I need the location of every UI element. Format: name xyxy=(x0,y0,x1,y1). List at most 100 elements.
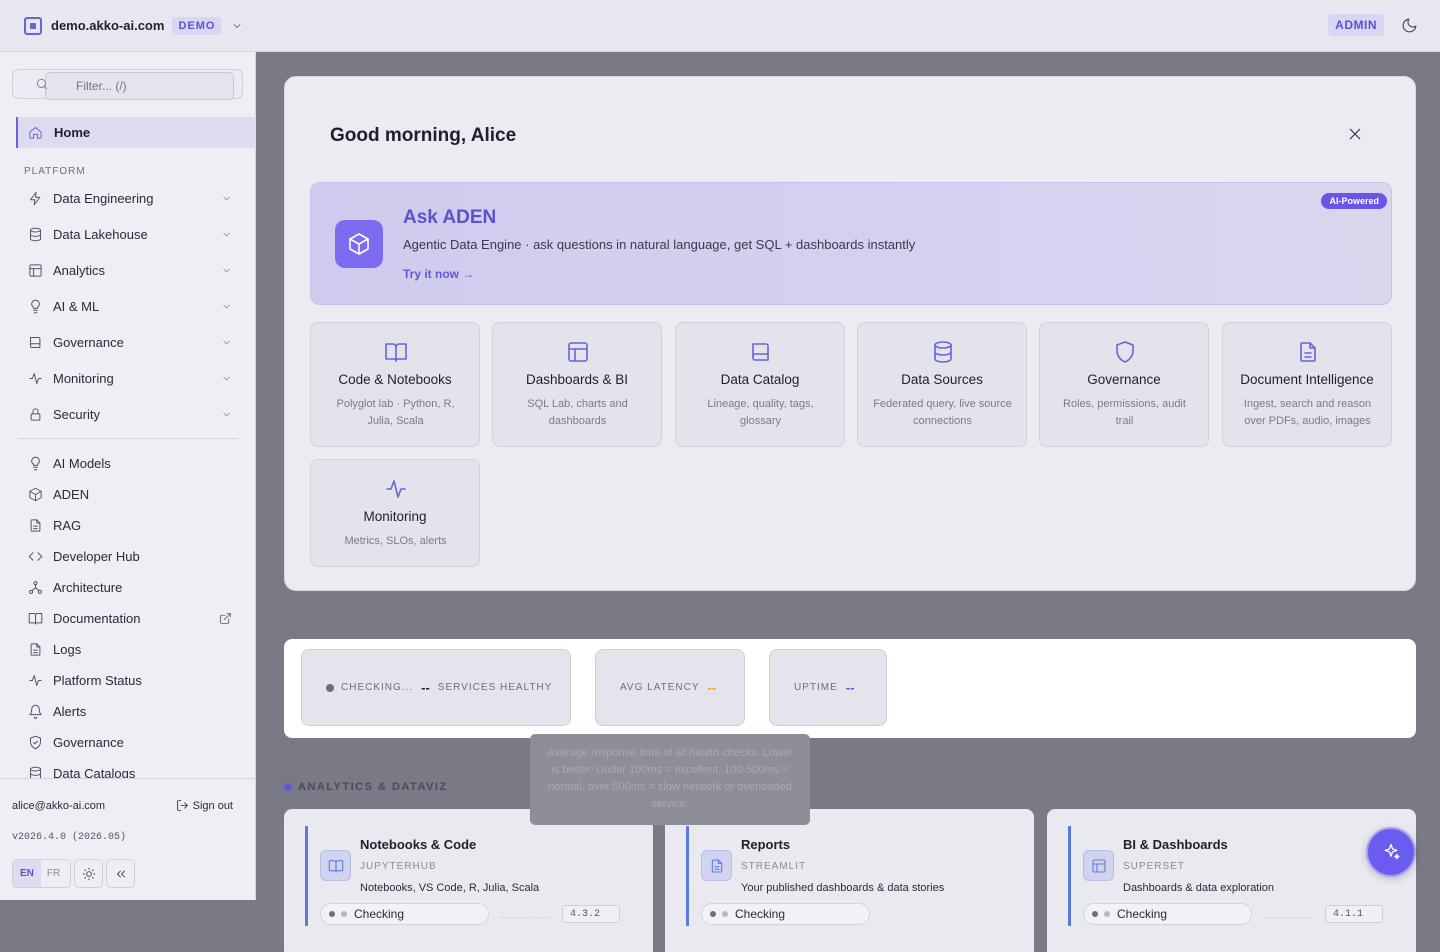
theme-toggle-button[interactable] xyxy=(74,859,103,888)
tile-desc: Metrics, SLOs, alerts xyxy=(344,535,447,547)
service-status: Checking xyxy=(1117,907,1168,921)
tile-desc: Federated query, live source connections xyxy=(873,398,1012,427)
latency-label: AVG LATENCY xyxy=(620,682,700,693)
section-heading-analytics: ANALYTICS & DATAVIZ xyxy=(284,781,448,793)
service-status: Checking xyxy=(735,907,786,921)
sidebar-group-data-lakehouse[interactable]: Data Lakehouse xyxy=(28,222,246,246)
sidebar-item-platform-status[interactable]: Platform Status xyxy=(28,668,246,692)
tile-code-notebooks[interactable]: Code & Notebooks Polyglot lab · Python, … xyxy=(310,322,480,447)
home-icon xyxy=(29,127,42,139)
sidebar-item-label: AI & ML xyxy=(53,298,100,314)
sidebar-item-logs[interactable]: Logs xyxy=(28,637,246,661)
version-label: v2026.4.0 (2026.05) xyxy=(12,832,127,843)
activity-icon xyxy=(29,372,42,384)
tile-data-sources[interactable]: Data Sources Federated query, live sourc… xyxy=(857,322,1027,447)
service-card-bi-dashboards[interactable]: BI & Dashboards SUPERSET Dashboards & da… xyxy=(1047,809,1416,952)
zap-icon xyxy=(30,191,41,205)
moon-icon[interactable] xyxy=(1401,17,1418,34)
sign-out-button[interactable]: Sign out xyxy=(176,799,233,812)
sidebar-item-label: AI Models xyxy=(53,455,111,471)
greeting-title: Good morning, Alice xyxy=(330,125,517,146)
avg-latency-card[interactable]: AVG LATENCY -- xyxy=(595,649,745,726)
file-text-icon xyxy=(701,850,732,881)
cube-icon xyxy=(29,487,42,501)
tile-monitoring[interactable]: Monitoring Metrics, SLOs, alerts xyxy=(310,459,480,567)
language-toggle: EN FR xyxy=(12,859,71,888)
host-name: demo.akko-ai.com xyxy=(51,18,165,33)
sidebar-item-label: Alerts xyxy=(53,703,87,719)
sidebar-item-architecture[interactable]: Architecture xyxy=(28,575,246,599)
layout-icon xyxy=(568,342,588,362)
try-it-now-link[interactable]: Try it now → xyxy=(403,267,474,281)
services-health-card[interactable]: CHECKING... -- SERVICES HEALTHY xyxy=(301,649,571,726)
tile-title: Code & Notebooks xyxy=(338,372,452,387)
tile-data-catalog[interactable]: Data Catalog Lineage, quality, tags, glo… xyxy=(675,322,845,447)
section-heading-label: ANALYTICS & DATAVIZ xyxy=(298,781,448,793)
latency-tooltip: Average response time of all health chec… xyxy=(530,734,810,825)
lang-en-button[interactable]: EN xyxy=(13,860,41,887)
book-open-icon xyxy=(385,343,407,362)
sidebar-item-home[interactable]: Home xyxy=(16,117,256,148)
service-tech: JUPYTERHUB xyxy=(360,861,437,872)
status-strip: CHECKING... -- SERVICES HEALTHY AVG LATE… xyxy=(284,639,1416,738)
divider-line xyxy=(500,917,550,918)
tile-title: Document Intelligence xyxy=(1240,372,1374,387)
sidebar: Home PLATFORM Data Engineering Data Lake… xyxy=(0,52,256,900)
tile-governance[interactable]: Governance Roles, permissions, audit tra… xyxy=(1039,322,1209,447)
chevron-down-icon[interactable] xyxy=(231,20,243,32)
sidebar-group-ai-ml[interactable]: AI & ML xyxy=(28,294,246,318)
chevron-down-icon xyxy=(223,376,230,380)
tile-document-intelligence[interactable]: Document Intelligence Ingest, search and… xyxy=(1222,322,1392,447)
user-email: alice@akko-ai.com xyxy=(12,800,106,812)
ai-assistant-button[interactable] xyxy=(1366,827,1416,877)
service-version: 4.3.2 xyxy=(562,905,620,923)
network-icon xyxy=(29,580,42,594)
sidebar-item-ai-models[interactable]: AI Models xyxy=(28,451,246,475)
sidebar-item-documentation[interactable]: Documentation xyxy=(28,606,246,630)
database-icon xyxy=(30,227,41,241)
service-card-reports[interactable]: Reports STREAMLIT Your published dashboa… xyxy=(665,809,1034,952)
app-logo[interactable] xyxy=(24,16,42,35)
tile-desc: Lineage, quality, tags, glossary xyxy=(707,398,814,427)
ai-powered-badge: AI-Powered xyxy=(1321,193,1387,209)
sidebar-group-governance[interactable]: Governance xyxy=(28,330,246,354)
sidebar-item-label: Platform Status xyxy=(53,672,142,688)
sidebar-item-label: RAG xyxy=(53,517,82,533)
sidebar-group-data-engineering[interactable]: Data Engineering xyxy=(28,186,246,210)
sidebar-item-label: Governance xyxy=(53,334,124,350)
tile-dashboards-bi[interactable]: Dashboards & BI SQL Lab, charts and dash… xyxy=(492,322,662,447)
chevron-down-icon xyxy=(223,196,230,200)
service-card-notebooks[interactable]: Notebooks & Code JUPYTERHUB Notebooks, V… xyxy=(284,809,653,952)
uptime-card[interactable]: UPTIME -- xyxy=(769,649,887,726)
sidebar-item-label: Data Engineering xyxy=(53,190,154,206)
shield-icon xyxy=(1116,341,1134,363)
log-out-icon xyxy=(176,800,188,811)
sidebar-group-security[interactable]: Security xyxy=(28,402,246,426)
file-text-icon xyxy=(30,642,41,656)
sidebar-group-analytics[interactable]: Analytics xyxy=(28,258,246,282)
sidebar-item-aden[interactable]: ADEN xyxy=(28,482,246,506)
aden-subtitle: Agentic Data Engine · ask questions in n… xyxy=(403,237,916,252)
collapse-sidebar-button[interactable] xyxy=(106,859,135,888)
chevron-down-icon xyxy=(223,232,230,236)
sidebar-item-rag[interactable]: RAG xyxy=(28,513,246,537)
close-icon[interactable] xyxy=(1347,126,1363,142)
lightbulb-icon xyxy=(31,456,40,470)
sidebar-item-developer-hub[interactable]: Developer Hub xyxy=(28,544,246,568)
service-tech: SUPERSET xyxy=(1123,861,1185,872)
filter-input[interactable] xyxy=(45,72,234,100)
ask-aden-card[interactable]: Ask ADEN Agentic Data Engine · ask quest… xyxy=(310,182,1392,305)
code-icon xyxy=(28,551,43,561)
service-desc: Dashboards & data exploration xyxy=(1123,882,1275,894)
lang-fr-button[interactable]: FR xyxy=(41,868,66,879)
sidebar-footer: alice@akko-ai.com Sign out v2026.4.0 (20… xyxy=(0,778,255,900)
service-title: Notebooks & Code xyxy=(360,837,477,852)
sidebar-item-label: Analytics xyxy=(53,262,106,278)
top-bar: demo.akko-ai.com DEMO ADMIN xyxy=(0,0,1440,52)
sidebar-group-monitoring[interactable]: Monitoring xyxy=(28,366,246,390)
service-status-pill: Checking xyxy=(1083,903,1252,925)
accent-bar xyxy=(686,826,689,926)
sidebar-item-governance-link[interactable]: Governance xyxy=(28,730,246,754)
sidebar-item-alerts[interactable]: Alerts xyxy=(28,699,246,723)
sidebar-item-label: Architecture xyxy=(53,579,123,595)
